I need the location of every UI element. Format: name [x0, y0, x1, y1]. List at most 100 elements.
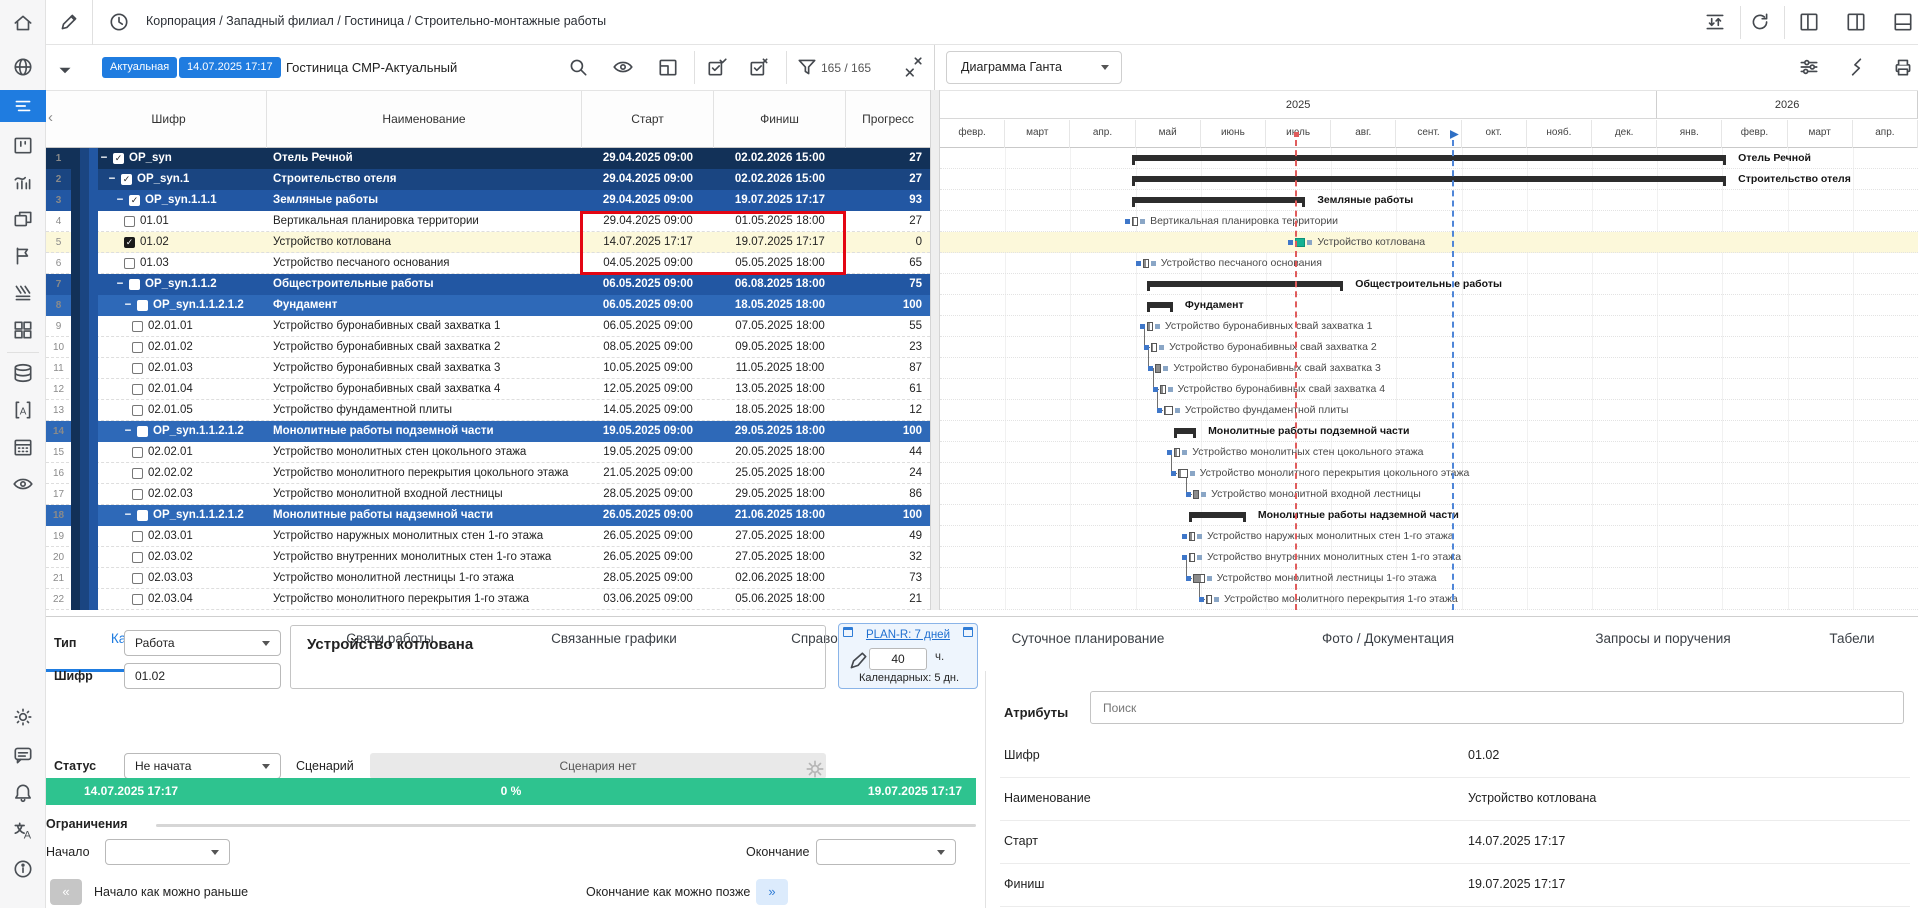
link-handle[interactable] [1163, 366, 1168, 371]
row-checkbox[interactable] [132, 573, 143, 584]
link-handle[interactable] [1307, 240, 1312, 245]
gantt-settings-icon[interactable] [1798, 56, 1820, 78]
filter-icon[interactable] [796, 56, 818, 78]
layout-split-bottom-icon[interactable] [1892, 11, 1914, 33]
link-handle[interactable] [1182, 450, 1187, 455]
link-handle[interactable] [1190, 471, 1195, 476]
table-row[interactable]: 1102.01.03Устройство буронабивных свай з… [46, 358, 930, 379]
tab-8[interactable]: Табели [1829, 631, 1874, 646]
row-checkbox[interactable]: ✓ [124, 237, 135, 248]
row-checkbox[interactable] [129, 279, 140, 290]
calendar-icon[interactable] [12, 436, 34, 458]
scenario-field[interactable]: Сценария нет [370, 753, 826, 779]
table-row[interactable]: 2002.03.02Устройство внутренних монолитн… [46, 547, 930, 568]
gantt-bar[interactable] [1193, 490, 1199, 499]
link-handle[interactable] [1148, 366, 1153, 371]
links-icon[interactable] [1845, 56, 1867, 78]
theme-icon[interactable] [12, 706, 34, 728]
gantt-summary-bar[interactable] [1147, 302, 1173, 308]
apps-grid-icon[interactable] [12, 319, 34, 341]
table-row[interactable]: 1902.03.01Устройство наружных монолитных… [46, 526, 930, 547]
link-handle[interactable] [1144, 345, 1149, 350]
link-handle[interactable] [1157, 408, 1162, 413]
flag-icon[interactable] [12, 245, 34, 267]
link-handle[interactable] [1288, 240, 1293, 245]
gantt-summary-bar[interactable] [1147, 281, 1343, 287]
gantt-bar[interactable] [1143, 259, 1149, 268]
print-icon[interactable] [1892, 56, 1914, 78]
attributes-search-input[interactable] [1090, 691, 1904, 724]
language-icon[interactable]: A [12, 820, 34, 842]
link-handle[interactable] [1197, 534, 1202, 539]
constraint-start-select[interactable] [105, 839, 230, 865]
link-handle[interactable] [1168, 387, 1173, 392]
row-checkbox[interactable] [137, 300, 148, 311]
attribute-row[interactable]: НаименованиеУстройство котлована [1000, 778, 1910, 821]
plan-duration-link[interactable]: PLAN-R: 7 дней [839, 629, 977, 641]
constraint-end-select[interactable] [816, 839, 956, 865]
table-row[interactable]: 1002.01.02Устройство буронабивных свай з… [46, 337, 930, 358]
search-icon[interactable] [567, 56, 589, 78]
table-row[interactable]: 3−✓OP_syn.1.1.1Земляные работы29.04.2025… [46, 190, 930, 211]
link-handle[interactable] [1159, 345, 1164, 350]
row-checkbox[interactable] [137, 426, 148, 437]
gantt-summary-bar[interactable] [1132, 155, 1726, 161]
view-selector[interactable]: Диаграмма Ганта [946, 51, 1122, 84]
expander-minus-icon[interactable]: − [116, 274, 124, 295]
tab-6[interactable]: Фото / Документация [1322, 631, 1454, 646]
row-checkbox[interactable] [132, 552, 143, 563]
column-header-code[interactable]: Шифр [71, 91, 267, 148]
column-header-name[interactable]: Наименование [267, 91, 582, 148]
expander-minus-icon[interactable]: − [108, 169, 116, 190]
attributes-icon[interactable]: A [12, 399, 34, 421]
row-checkbox[interactable] [132, 594, 143, 605]
expander-minus-icon[interactable]: − [124, 505, 132, 526]
row-checkbox[interactable] [137, 510, 148, 521]
link-handle[interactable] [1186, 576, 1191, 581]
chart-icon[interactable] [12, 171, 34, 193]
row-checkbox[interactable] [132, 405, 143, 416]
expander-minus-icon[interactable]: − [124, 295, 132, 316]
link-handle[interactable] [1151, 261, 1156, 266]
gantt-bar[interactable] [1193, 574, 1204, 583]
row-checkbox[interactable] [124, 216, 135, 227]
sync-icon[interactable] [1704, 11, 1726, 33]
link-handle[interactable] [1182, 555, 1187, 560]
row-checkbox[interactable]: ✓ [113, 153, 124, 164]
hatch-icon[interactable] [12, 282, 34, 304]
eye-icon[interactable] [612, 56, 634, 78]
row-checkbox[interactable] [124, 258, 135, 269]
row-checkbox[interactable] [132, 342, 143, 353]
status-select[interactable]: Не начата [124, 753, 281, 779]
check-all-icon[interactable] [706, 56, 728, 78]
refresh-icon[interactable] [1749, 11, 1771, 33]
hours-input[interactable]: 40 [869, 648, 927, 670]
row-checkbox[interactable] [132, 447, 143, 458]
attribute-row[interactable]: Шифр01.02 [1000, 735, 1910, 778]
table-row[interactable]: 1602.02.02Устройство монолитного перекры… [46, 463, 930, 484]
columns-icon[interactable] [657, 56, 679, 78]
link-handle[interactable] [1155, 324, 1160, 329]
attribute-row[interactable]: Финиш19.07.2025 17:17 [1000, 864, 1910, 907]
gantt-summary-bar[interactable] [1189, 512, 1246, 518]
panel-splitter[interactable] [930, 90, 940, 610]
code-input[interactable]: 01.02 [124, 663, 281, 689]
table-row[interactable]: 1302.01.05Устройство фундаментной плиты1… [46, 400, 930, 421]
gantt-bar[interactable] [1189, 553, 1195, 562]
link-handle[interactable] [1125, 219, 1130, 224]
table-row[interactable]: 5✓01.02Устройство котлована14.07.2025 17… [46, 232, 930, 253]
table-row[interactable]: 7−OP_syn.1.1.2Общестроительные работы06.… [46, 274, 930, 295]
constraint-prev-button[interactable]: « [50, 879, 82, 905]
column-header-progress[interactable]: Прогресс [846, 91, 930, 148]
link-handle[interactable] [1197, 555, 1202, 560]
type-select[interactable]: Работа [124, 630, 281, 656]
gantt-bar[interactable] [1174, 448, 1180, 457]
gantt-summary-bar[interactable] [1132, 176, 1726, 182]
copy-icon[interactable] [12, 208, 34, 230]
link-handle[interactable] [1175, 408, 1180, 413]
link-handle[interactable] [1214, 597, 1219, 602]
gantt-bar[interactable] [1206, 595, 1212, 604]
link-handle[interactable] [1186, 492, 1191, 497]
column-header-finish[interactable]: Финиш [714, 91, 846, 148]
gantt-bar[interactable] [1147, 322, 1153, 331]
